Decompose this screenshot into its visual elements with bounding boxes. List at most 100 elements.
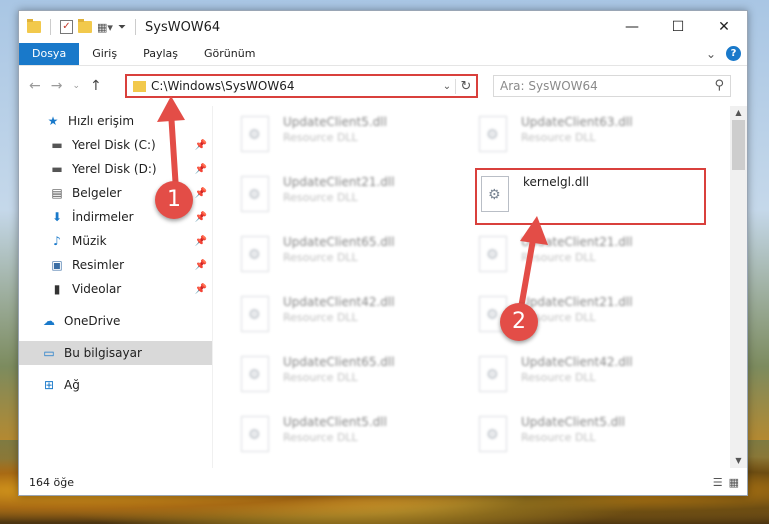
dll-file-icon	[241, 356, 269, 392]
address-dropdown-icon[interactable]: ⌄	[439, 81, 455, 92]
file-type: Resource DLL	[521, 131, 596, 144]
help-icon[interactable]: ?	[726, 46, 741, 61]
search-input[interactable]: Ara: SysWOW64 ⚲	[493, 75, 731, 97]
sidebar-item-onedrive[interactable]: ☁ OneDrive	[19, 309, 212, 333]
window-controls: — ☐ ✕	[609, 11, 747, 43]
nav-buttons: ← → ⌄ ↑	[19, 78, 129, 94]
computer-icon: ▭	[43, 346, 55, 360]
pin-icon[interactable]: 📌	[195, 284, 207, 295]
close-button[interactable]: ✕	[701, 11, 747, 43]
sidebar-item-music[interactable]: ♪ Müzik 📌	[19, 229, 212, 253]
star-icon: ★	[47, 114, 59, 128]
toolbar-dropdown-icon[interactable]: ⏷	[118, 22, 126, 33]
pin-icon[interactable]: 📌	[195, 236, 207, 247]
dll-file-icon	[241, 116, 269, 152]
refresh-icon[interactable]: ↻	[455, 78, 476, 94]
file-name: UpdateClient5.dll	[283, 115, 387, 129]
cloud-icon: ☁	[43, 314, 55, 328]
pin-icon[interactable]: 📌	[195, 260, 207, 271]
up-arrow-icon[interactable]: ↑	[90, 78, 102, 94]
sidebar-item-label: Hızlı erişim	[68, 114, 135, 128]
search-icon[interactable]: ⚲	[714, 78, 724, 93]
properties-check-icon[interactable]: ✓	[60, 20, 73, 34]
dll-file-icon	[479, 416, 507, 452]
file-item[interactable]: UpdateClient42.dll Resource DLL	[241, 292, 461, 340]
file-name: UpdateClient21.dll	[521, 295, 633, 309]
sidebar-item-disk-c[interactable]: ▬ Yerel Disk (C:) 📌	[19, 133, 212, 157]
view-toggle: ☰ ▦	[713, 476, 739, 489]
pin-icon[interactable]: 📌	[195, 212, 207, 223]
file-name: UpdateClient65.dll	[283, 235, 395, 249]
customize-toolbar-icon[interactable]: ▦▾	[97, 21, 113, 34]
sidebar-item-label: İndirmeler	[72, 210, 134, 224]
file-item[interactable]: UpdateClient5.dll Resource DLL	[241, 112, 461, 160]
pin-icon[interactable]: 📌	[195, 140, 207, 151]
tab-giris[interactable]: Giriş	[79, 43, 130, 65]
file-item[interactable]: UpdateClient63.dll Resource DLL	[479, 112, 699, 160]
sidebar-item-videos[interactable]: ▮ Videolar 📌	[19, 277, 212, 301]
vertical-scrollbar[interactable]: ▲ ▼	[730, 106, 747, 468]
file-type: Resource DLL	[521, 251, 596, 264]
back-arrow-icon[interactable]: ←	[29, 78, 41, 94]
address-bar[interactable]: C:\Windows\SysWOW64 ⌄ ↻	[125, 74, 478, 98]
file-item[interactable]: UpdateClient65.dll Resource DLL	[241, 352, 461, 400]
step-1-badge: 1	[155, 181, 193, 219]
sidebar-item-quick-access[interactable]: ★ Hızlı erişim	[19, 109, 212, 133]
file-item[interactable]: UpdateClient65.dll Resource DLL	[241, 232, 461, 280]
window-title: SysWOW64	[145, 19, 221, 35]
address-path[interactable]: C:\Windows\SysWOW64	[151, 79, 439, 93]
pin-icon[interactable]: 📌	[195, 164, 207, 175]
recent-locations-icon[interactable]: ⌄	[72, 81, 80, 94]
file-item[interactable]: UpdateClient42.dll Resource DLL	[479, 352, 699, 400]
main-area: ★ Hızlı erişim ▬ Yerel Disk (C:) 📌 ▬ Yer…	[19, 106, 747, 468]
sidebar-item-disk-d[interactable]: ▬ Yerel Disk (D:) 📌	[19, 157, 212, 181]
navigation-row: ← → ⌄ ↑ C:\Windows\SysWOW64 ⌄ ↻ Ara: Sys…	[19, 65, 747, 106]
file-item[interactable]: UpdateClient21.dll Resource DLL	[479, 232, 699, 280]
sidebar-item-this-pc[interactable]: ▭ Bu bilgisayar	[19, 341, 212, 365]
new-folder-icon[interactable]	[78, 19, 92, 33]
drive-icon: ▬	[51, 162, 63, 176]
tab-gorunum[interactable]: Görünüm	[191, 43, 268, 65]
details-view-icon[interactable]: ☰	[713, 476, 723, 489]
file-type: Resource DLL	[283, 371, 358, 384]
sidebar-item-network[interactable]: ⊞ Ağ	[19, 373, 212, 397]
file-item[interactable]: UpdateClient21.dll Resource DLL	[241, 172, 461, 220]
file-name: UpdateClient42.dll	[283, 295, 395, 309]
dll-file-icon	[241, 176, 269, 212]
step-2-badge: 2	[500, 303, 538, 341]
minimize-button[interactable]: —	[609, 11, 655, 43]
expand-ribbon-icon[interactable]: ⌄	[706, 47, 716, 61]
forward-arrow-icon[interactable]: →	[51, 78, 63, 94]
maximize-button[interactable]: ☐	[655, 11, 701, 43]
file-type: Resource DLL	[521, 371, 596, 384]
large-icons-view-icon[interactable]: ▦	[729, 476, 739, 489]
drive-icon: ▬	[51, 138, 63, 152]
file-type: Resource DLL	[283, 311, 358, 324]
navigation-pane: ★ Hızlı erişim ▬ Yerel Disk (C:) 📌 ▬ Yer…	[19, 106, 213, 468]
file-item[interactable]: UpdateClient5.dll Resource DLL	[241, 412, 461, 460]
file-type: Resource DLL	[283, 251, 358, 264]
folder-icon	[27, 19, 41, 33]
sidebar-item-label: Bu bilgisayar	[64, 346, 142, 360]
music-icon: ♪	[53, 234, 61, 248]
dll-file-icon	[241, 416, 269, 452]
explorer-window: ✓ ▦▾ ⏷ SysWOW64 — ☐ ✕ Dosya Giriş Paylaş…	[18, 10, 748, 496]
toolbar-divider	[135, 19, 136, 35]
tab-dosya[interactable]: Dosya	[19, 43, 80, 65]
sidebar-item-label: Ağ	[64, 378, 80, 392]
file-name: UpdateClient5.dll	[521, 415, 625, 429]
kernelgl-highlight-box	[475, 168, 706, 225]
file-item[interactable]: UpdateClient5.dll Resource DLL	[479, 412, 699, 460]
sidebar-item-label: Resimler	[72, 258, 125, 272]
file-type: Resource DLL	[283, 431, 358, 444]
scroll-up-icon[interactable]: ▲	[730, 108, 747, 117]
sidebar-item-label: OneDrive	[64, 314, 121, 328]
scrollbar-thumb[interactable]	[732, 120, 745, 170]
scroll-down-icon[interactable]: ▼	[730, 456, 747, 465]
dll-file-icon	[241, 296, 269, 332]
file-name: UpdateClient42.dll	[521, 355, 633, 369]
tab-paylas[interactable]: Paylaş	[130, 43, 191, 65]
pin-icon[interactable]: 📌	[195, 188, 207, 199]
sidebar-item-label: Müzik	[72, 234, 107, 248]
sidebar-item-pictures[interactable]: ▣ Resimler 📌	[19, 253, 212, 277]
